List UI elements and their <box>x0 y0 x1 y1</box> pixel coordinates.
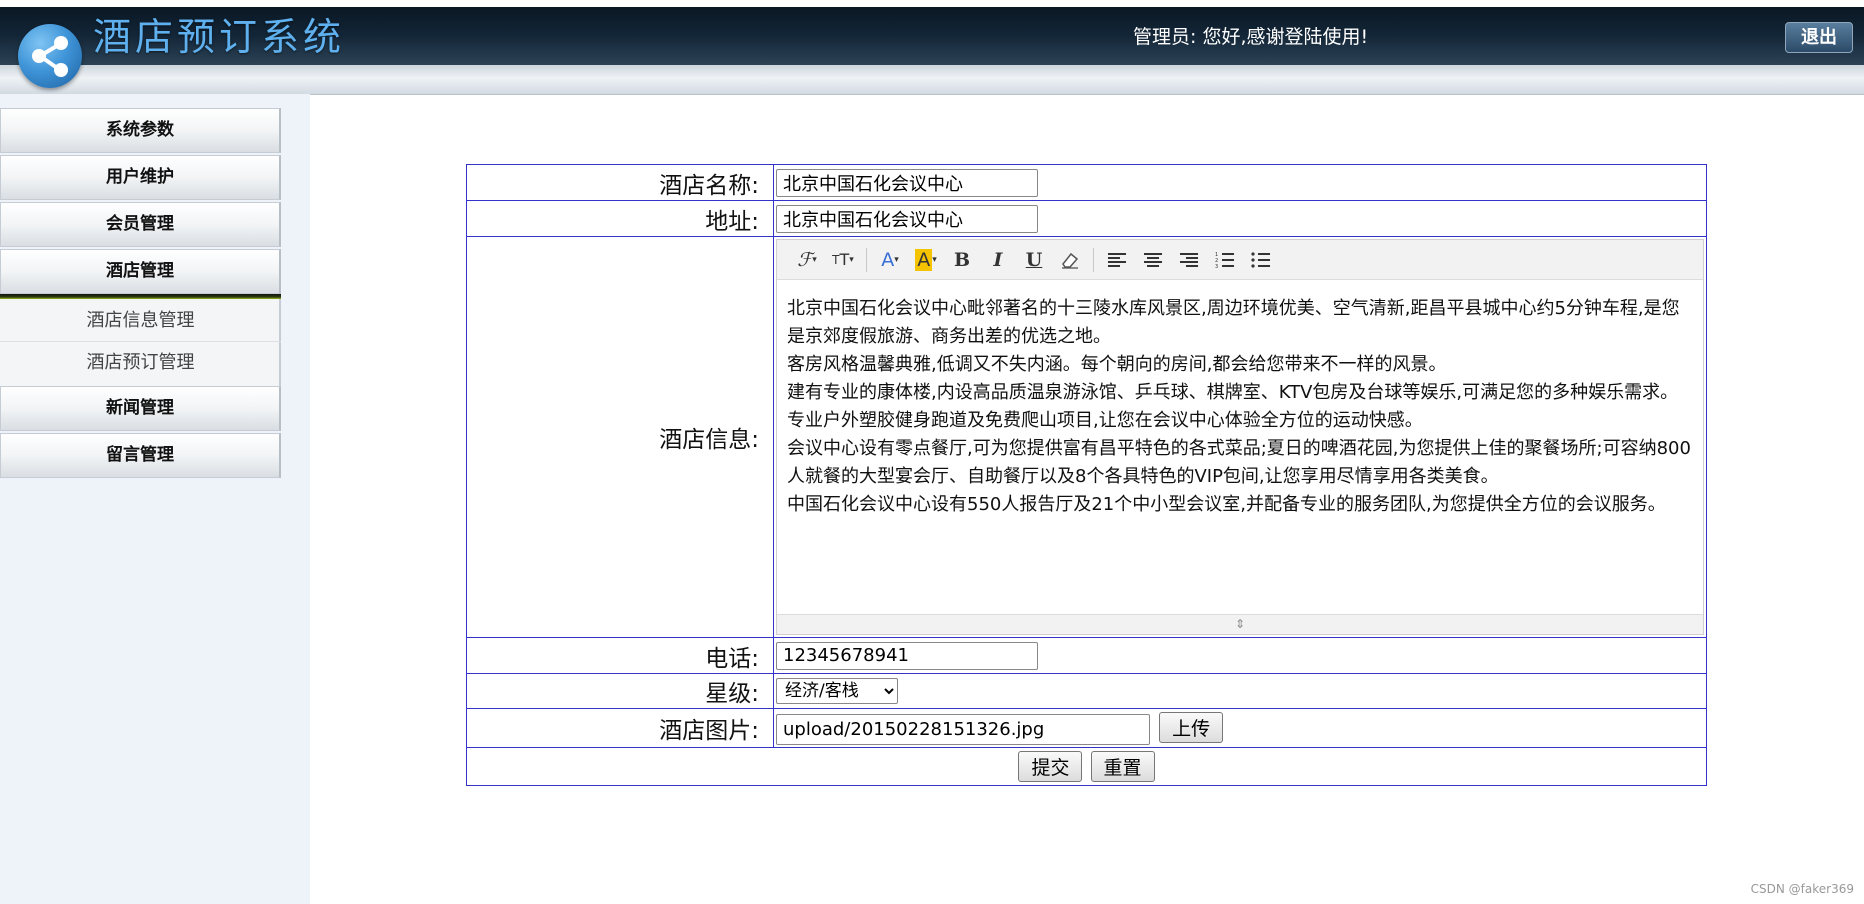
menu-message-management[interactable]: 留言管理 <box>0 433 281 478</box>
logout-button[interactable]: 退出 <box>1785 22 1853 53</box>
hotel-name-label: 酒店名称: <box>466 164 774 201</box>
font-color-icon[interactable]: A ▾ <box>872 246 908 274</box>
submit-button[interactable]: 提交 <box>1018 751 1083 782</box>
app-title: 酒店预订系统 <box>93 15 346 59</box>
hotel-info-label: 酒店信息: <box>466 236 774 638</box>
phone-input[interactable] <box>776 641 1038 670</box>
menu-hotel-management[interactable]: 酒店管理 <box>0 249 281 294</box>
highlight-color-icon[interactable]: A ▾ <box>908 246 944 274</box>
toolbar-divider <box>866 247 867 272</box>
info-paragraph: 建有专业的康体楼,内设高品质温泉游泳馆、乒乓球、棋牌室、KTV包房及台球等娱乐,… <box>787 382 1679 431</box>
reset-button[interactable]: 重置 <box>1090 751 1155 782</box>
phone-label: 电话: <box>466 637 774 674</box>
font-family-icon[interactable]: ℱ ▾ <box>789 246 825 274</box>
watermark: CSDN @faker369 <box>1750 882 1854 896</box>
hotel-name-input[interactable] <box>776 168 1038 197</box>
star-level-label: 星级: <box>466 673 774 709</box>
hotel-edit-form: 酒店名称: 地址: 酒店信息: ℱ▾ TT▾ A▾ A▾ B I U <box>466 164 1707 786</box>
submenu-hotel-info[interactable]: 酒店信息管理 <box>0 301 281 342</box>
form-actions: 提交 重置 <box>466 747 1707 786</box>
underline-icon[interactable]: U <box>1016 246 1052 274</box>
star-level-select[interactable]: 经济/客栈 <box>776 678 898 704</box>
menu-news-management[interactable]: 新闻管理 <box>0 386 281 431</box>
hotel-submenu: 酒店信息管理 酒店预订管理 <box>0 299 281 387</box>
header: 酒店预订系统 管理员: 您好,感谢登陆使用! 退出 <box>0 7 1864 95</box>
address-label: 地址: <box>466 200 774 237</box>
address-input[interactable] <box>776 204 1038 233</box>
info-paragraph: 中国石化会议中心设有550人报告厅及21个中小型会议室,并配备专业的服务团队,为… <box>787 494 1666 515</box>
editor-resize-handle[interactable]: ⇕ <box>777 614 1703 634</box>
info-paragraph: 会议中心设有零点餐厅,可为您提供富有昌平特色的各式菜品;夏日的啤酒花园,为您提供… <box>787 438 1691 487</box>
eraser-icon[interactable] <box>1052 246 1088 274</box>
editor-toolbar: ℱ ▾ T T ▾ A ▾ A ▾ B I U 1 2 3 <box>777 240 1703 280</box>
menu-user-maintenance[interactable]: 用户维护 <box>0 155 281 200</box>
toolbar-divider <box>1093 247 1094 272</box>
align-left-icon[interactable] <box>1099 246 1135 274</box>
submenu-hotel-booking[interactable]: 酒店预订管理 <box>0 343 281 383</box>
svg-text:3: 3 <box>1215 264 1218 269</box>
align-right-icon[interactable] <box>1171 246 1207 274</box>
menu-system-params[interactable]: 系统参数 <box>0 108 281 153</box>
unordered-list-icon[interactable] <box>1243 246 1279 274</box>
editor-content[interactable]: 北京中国石化会议中心毗邻著名的十三陵水库风景区,周边环境优美、空气清新,距昌平县… <box>777 280 1703 614</box>
share-logo-icon <box>18 24 82 88</box>
rich-text-editor[interactable]: ℱ ▾ T T ▾ A ▾ A ▾ B I U 1 2 3 北京中国石化会议中心… <box>776 239 1704 635</box>
menu-member-management[interactable]: 会员管理 <box>0 202 281 247</box>
header-strip <box>0 65 1864 95</box>
sidebar: 系统参数 用户维护 会员管理 酒店管理 酒店信息管理 酒店预订管理 新闻管理 留… <box>0 94 310 904</box>
upload-button[interactable]: 上传 <box>1159 711 1224 743</box>
info-paragraph: 北京中国石化会议中心毗邻著名的十三陵水库风景区,周边环境优美、空气清新,距昌平县… <box>787 298 1680 347</box>
hotel-image-path-input[interactable] <box>776 713 1150 745</box>
align-center-icon[interactable] <box>1135 246 1171 274</box>
hotel-image-label: 酒店图片: <box>466 708 774 748</box>
ordered-list-icon[interactable]: 123 <box>1207 246 1243 274</box>
italic-icon[interactable]: I <box>980 246 1016 274</box>
bold-icon[interactable]: B <box>944 246 980 274</box>
font-size-icon[interactable]: T T ▾ <box>825 246 861 274</box>
greeting-text: 管理员: 您好,感谢登陆使用! <box>1133 26 1369 48</box>
info-paragraph: 客房风格温馨典雅,低调又不失内涵。每个朝向的房间,都会给您带来不一样的风景。 <box>787 354 1447 375</box>
